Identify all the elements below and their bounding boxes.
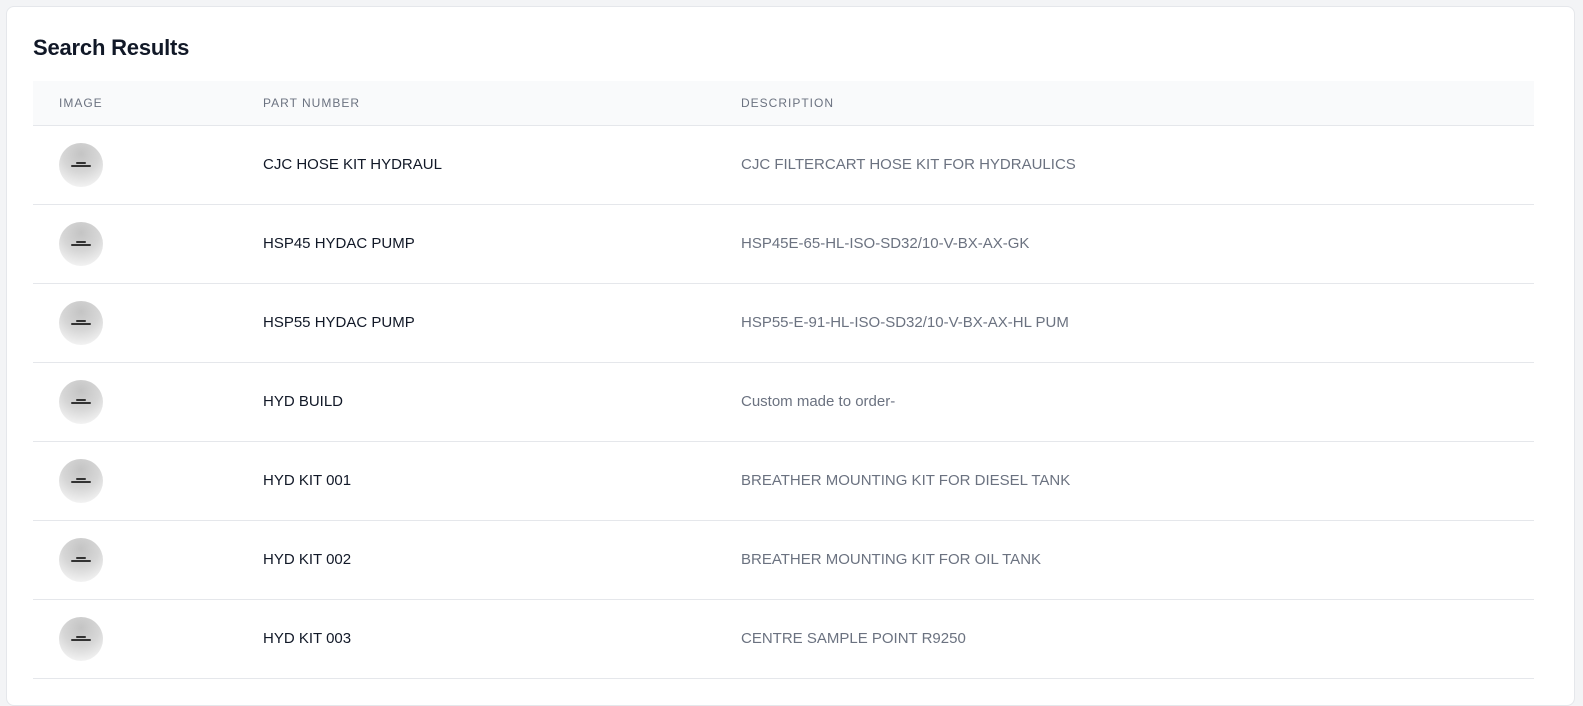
table-row[interactable]: HYD BUILD Custom made to order- <box>33 363 1534 442</box>
part-number-link[interactable]: HSP55 HYDAC PUMP <box>263 284 415 362</box>
column-header-part-number: PART NUMBER <box>263 96 361 110</box>
page-title: Search Results <box>33 35 190 60</box>
table-header: IMAGE PART NUMBER DESCRIPTION <box>33 81 1534 126</box>
part-description: Custom made to order- <box>741 393 896 410</box>
search-results-card: Search Results IMAGE PART NUMBER DESCRIP… <box>6 6 1575 706</box>
table-row[interactable]: CJC HOSE KIT HYDRAUL CJC FILTERCART HOSE… <box>33 126 1534 205</box>
part-number-link[interactable]: HYD KIT 001 <box>263 442 351 520</box>
part-number-link[interactable]: HYD KIT 002 <box>263 521 351 599</box>
part-number-link[interactable]: HYD KIT 003 <box>263 600 351 678</box>
part-number-link[interactable]: CJC HOSE KIT HYDRAUL <box>263 126 442 204</box>
part-thumbnail-icon <box>59 380 103 424</box>
part-thumbnail-icon <box>59 143 103 187</box>
part-number-link[interactable]: HYD BUILD <box>263 363 343 441</box>
part-thumbnail-icon <box>59 617 103 661</box>
part-number-link[interactable]: HSP45 HYDAC PUMP <box>263 205 415 283</box>
column-header-description: DESCRIPTION <box>741 96 835 110</box>
part-description: CJC FILTERCART HOSE KIT FOR HYDRAULICS <box>741 156 1076 173</box>
results-table: IMAGE PART NUMBER DESCRIPTION CJC HOSE K… <box>33 81 1534 679</box>
part-description: HSP55-E-91-HL-ISO-SD32/10-V-BX-AX-HL PUM <box>741 314 1069 331</box>
part-description: CENTRE SAMPLE POINT R9250 <box>741 630 966 647</box>
part-thumbnail-icon <box>59 301 103 345</box>
part-description: BREATHER MOUNTING KIT FOR DIESEL TANK <box>741 472 1071 489</box>
part-thumbnail-icon <box>59 222 103 266</box>
part-description: BREATHER MOUNTING KIT FOR OIL TANK <box>741 551 1042 568</box>
part-thumbnail-icon <box>59 459 103 503</box>
table-row[interactable]: HYD KIT 003 CENTRE SAMPLE POINT R9250 <box>33 600 1534 679</box>
part-description: HSP45E-65-HL-ISO-SD32/10-V-BX-AX-GK <box>741 235 1030 252</box>
table-row[interactable]: HYD KIT 002 BREATHER MOUNTING KIT FOR OI… <box>33 521 1534 600</box>
table-row[interactable]: HYD KIT 001 BREATHER MOUNTING KIT FOR DI… <box>33 442 1534 521</box>
table-row[interactable]: HSP55 HYDAC PUMP HSP55-E-91-HL-ISO-SD32/… <box>33 284 1534 363</box>
part-thumbnail-icon <box>59 538 103 582</box>
column-header-image: IMAGE <box>59 96 103 110</box>
table-row[interactable]: HSP45 HYDAC PUMP HSP45E-65-HL-ISO-SD32/1… <box>33 205 1534 284</box>
